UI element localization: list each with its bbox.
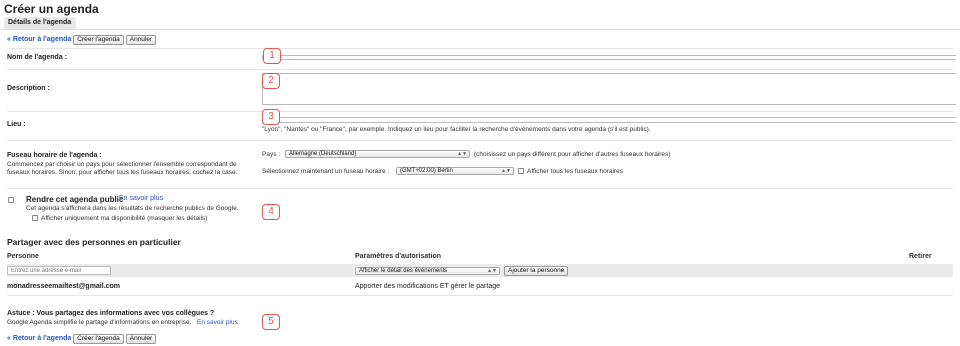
availability-only-checkbox[interactable] [32, 215, 38, 221]
create-calendar-button-bottom[interactable]: Créer l'agenda [73, 333, 124, 344]
column-person: Personne [7, 253, 39, 260]
location-label: Lieu : [7, 121, 26, 128]
permission-select-value: Afficher le détail des événements [359, 268, 448, 274]
show-all-timezones-checkbox[interactable] [518, 168, 524, 174]
divider [7, 111, 953, 112]
tip-title: Astuce : Vous partagez des informations … [7, 310, 215, 317]
select-arrows-icon: ▲▼ [501, 168, 511, 174]
bottom-toolbar: « Retour à l'agenda Créer l'agenda Annul… [7, 333, 157, 344]
public-learn-more-link[interactable]: En savoir plus [119, 195, 163, 202]
tip-text: Google Agenda simplifie le partage d'inf… [7, 319, 192, 326]
cancel-button[interactable]: Annuler [125, 34, 157, 45]
annotation-badge-4: 4 [262, 204, 280, 220]
email-input[interactable] [7, 266, 111, 275]
country-note: (choisissez un pays différent pour affic… [474, 151, 671, 158]
annotation-badge-2: 2 [262, 73, 280, 89]
timezone-select[interactable]: (GMT+02:00) Berlin ▲▼ [396, 167, 514, 175]
shared-user-email: monadresseemailtest@gmail.com [7, 283, 121, 290]
timezone-label: Fuseau horaire de l'agenda : [7, 152, 102, 159]
back-to-calendar-link[interactable]: « Retour à l'agenda [7, 36, 71, 43]
calendar-name-label: Nom de l'agenda : [7, 54, 68, 61]
tip-learn-more-link[interactable]: En savoir plus [197, 319, 238, 326]
annotation-badge-5: 5 [262, 314, 280, 330]
description-textarea[interactable] [262, 73, 956, 105]
timezone-select-label: Sélectionnez maintenant un fuseau horair… [262, 168, 390, 175]
availability-only-label: Afficher uniquement ma disponibilité (ma… [41, 215, 208, 222]
description-label: Description : [7, 85, 50, 92]
divider [7, 69, 953, 70]
select-arrows-icon: ▲▼ [487, 268, 497, 274]
location-input[interactable] [262, 117, 956, 123]
calendar-name-input[interactable] [262, 55, 956, 60]
cancel-button-bottom[interactable]: Annuler [125, 333, 157, 344]
timezone-select-value: (GMT+02:00) Berlin [400, 168, 453, 174]
permission-select[interactable]: Afficher le détail des événements ▲▼ [355, 267, 500, 275]
country-label: Pays : [262, 151, 281, 158]
country-select[interactable]: Allemagne (Deutschland) ▲▼ [285, 150, 470, 158]
make-public-title: Rendre cet agenda public [26, 195, 124, 204]
tab-calendar-details[interactable]: Détails de l'agenda [4, 17, 77, 29]
shared-user-permission: Apporter des modifications ET gérer le p… [355, 283, 501, 290]
top-toolbar: « Retour à l'agenda Créer l'agenda Annul… [7, 34, 157, 45]
make-public-checkbox[interactable] [8, 197, 14, 203]
divider [7, 295, 953, 296]
add-person-button[interactable]: Ajouter la personne [504, 266, 569, 276]
country-select-value: Allemagne (Deutschland) [289, 151, 357, 157]
select-arrows-icon: ▲▼ [457, 151, 467, 157]
back-to-calendar-link-bottom[interactable]: « Retour à l'agenda [7, 335, 71, 342]
location-hint: "Lyon", "Nantes" ou "France", par exempl… [262, 126, 651, 133]
divider [7, 48, 953, 49]
timezone-description: Commencez par choisir un pays pour sélec… [7, 161, 238, 176]
column-permissions: Paramètres d'autorisation [355, 253, 442, 260]
divider [7, 188, 953, 189]
page-title: Créer un agenda [4, 2, 99, 16]
tab-divider [0, 29, 960, 30]
annotation-badge-1: 1 [263, 48, 281, 64]
column-remove: Retirer [909, 253, 932, 260]
annotation-badge-3: 3 [262, 109, 280, 125]
show-all-timezones-label: Afficher tous les fuseaux horaires [527, 168, 623, 175]
create-calendar-button[interactable]: Créer l'agenda [73, 34, 124, 45]
sharing-section-title: Partager avec des personnes en particuli… [7, 237, 181, 247]
divider [7, 140, 953, 141]
public-description: Cet agenda s'affichera dans les résultat… [26, 205, 239, 212]
